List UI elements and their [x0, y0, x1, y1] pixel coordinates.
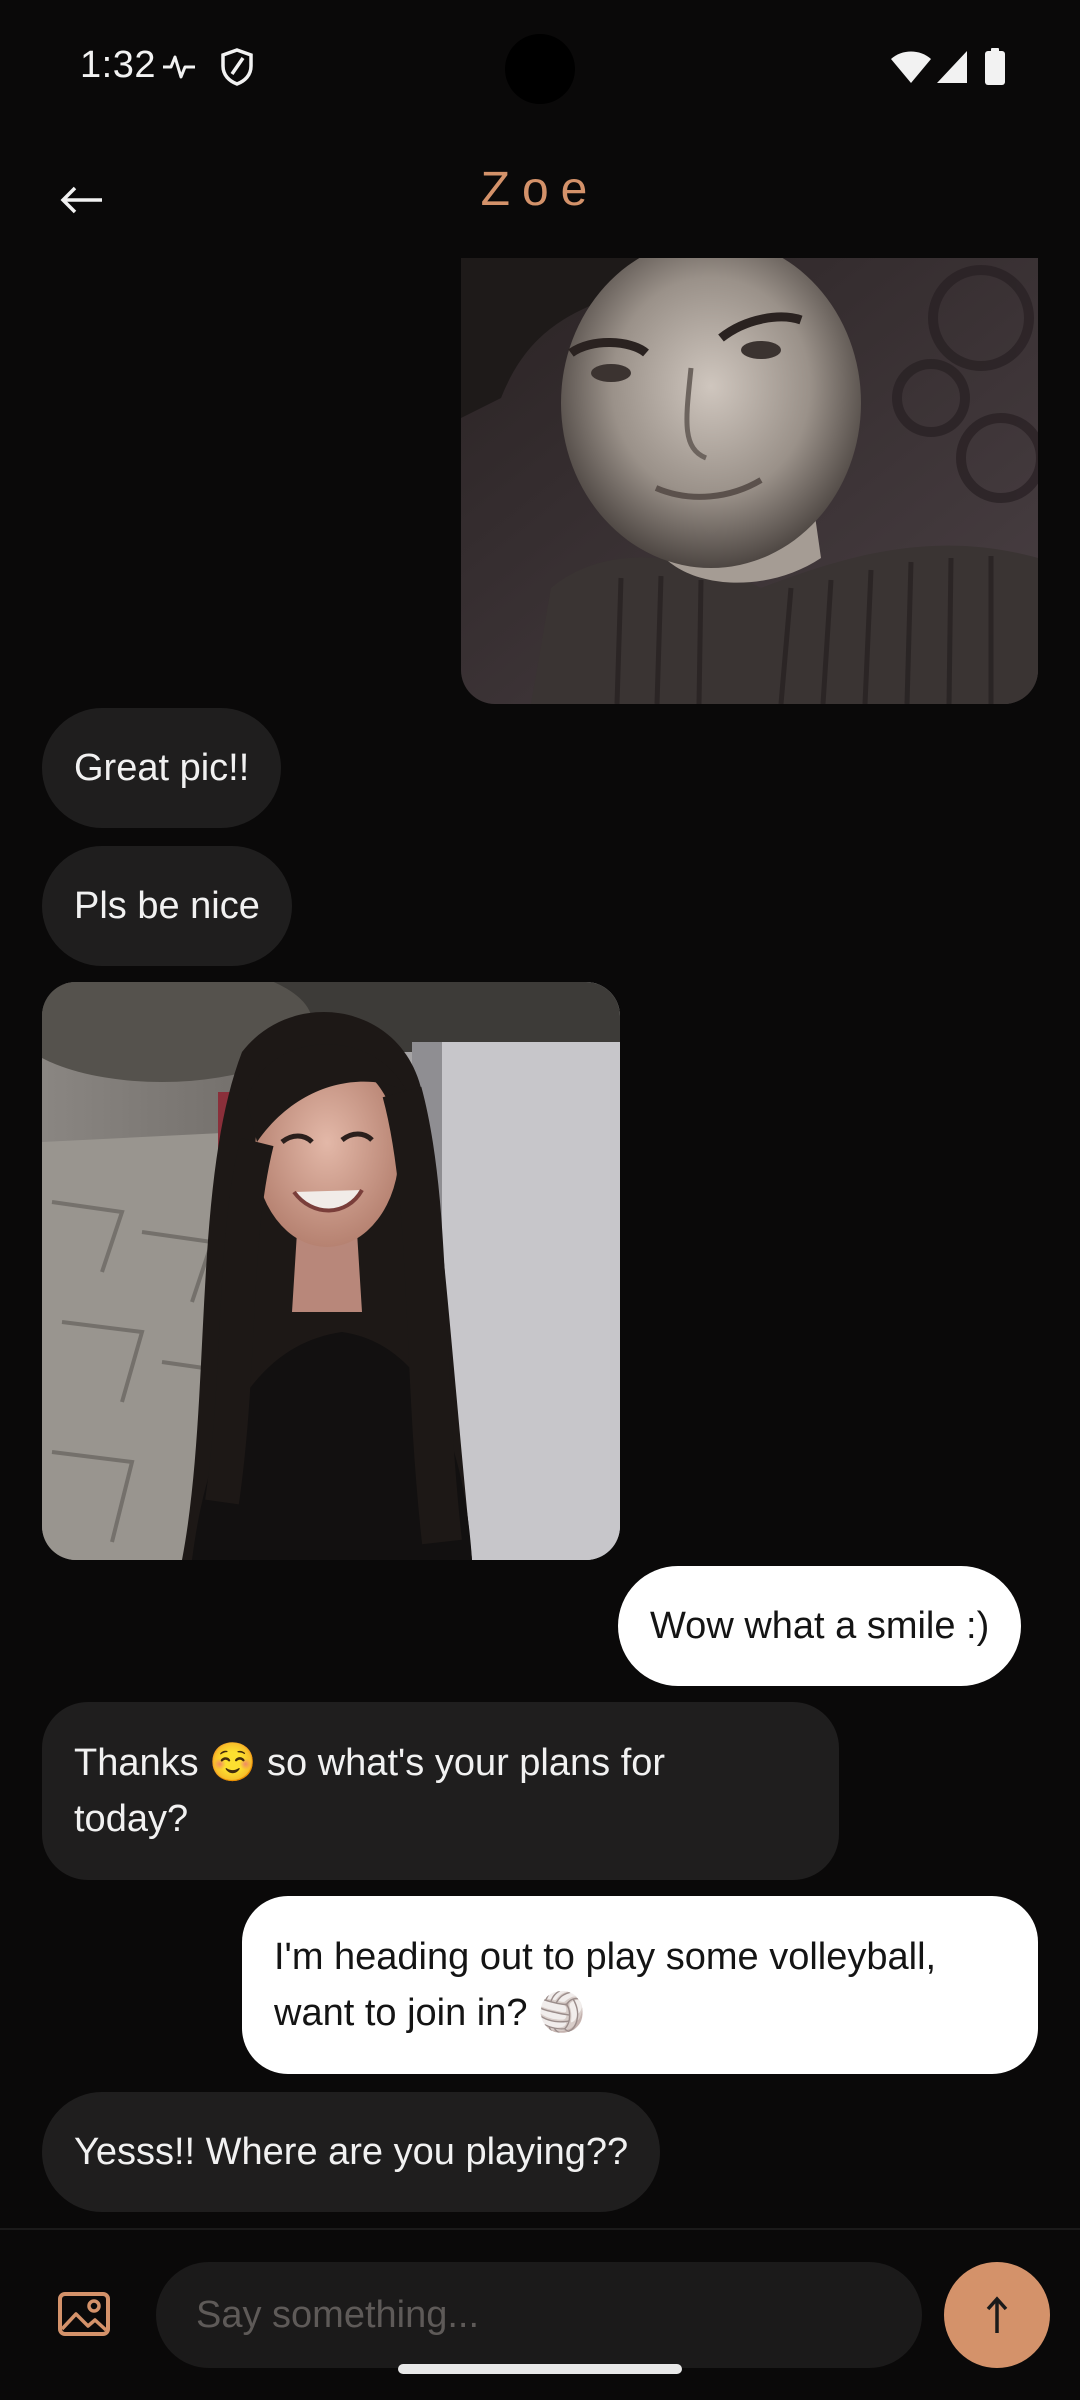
message-text-line: I'm heading out to play some volleyball, — [274, 1936, 937, 1978]
message-text-line: today? — [74, 1798, 189, 1840]
battery-icon — [984, 48, 1006, 91]
status-time: 1:32 — [80, 44, 156, 86]
image-icon — [58, 2292, 110, 2336]
incoming-photo-message[interactable] — [42, 982, 620, 1560]
man-portrait-image — [461, 258, 1038, 704]
incoming-message[interactable]: Yesss!! Where are you playing?? — [42, 2092, 661, 2212]
wifi-icon — [890, 50, 932, 89]
message-text-line: want to join in? 🏐 — [274, 1992, 586, 2034]
outgoing-message[interactable]: Wow what a smile :) — [618, 1566, 1022, 1686]
outgoing-message[interactable]: I'm heading out to play some volleyball,… — [242, 1896, 1038, 2074]
status-bar: 1:32 — [0, 0, 1080, 136]
incoming-message[interactable]: Great pic!! — [42, 708, 282, 828]
chat-screen: 1:32 Zoe Great pic!! Pls be nice Wow wha… — [0, 0, 1080, 2400]
message-text: Great pic!! — [74, 747, 250, 789]
arrow-up-icon — [986, 2296, 1008, 2333]
message-input[interactable] — [156, 2262, 922, 2368]
signal-icon — [936, 50, 968, 89]
send-button[interactable] — [944, 2262, 1050, 2368]
incoming-message[interactable]: Pls be nice — [42, 846, 292, 966]
composer-divider — [0, 2228, 1080, 2230]
attach-image-button[interactable] — [52, 2284, 116, 2344]
shield-icon — [220, 48, 254, 91]
woman-portrait-image — [42, 982, 620, 1560]
camera-cutout — [505, 34, 575, 104]
message-text: Wow what a smile :) — [650, 1605, 990, 1647]
message-text: Yesss!! Where are you playing?? — [74, 2131, 629, 2173]
chat-title: Zoe — [480, 163, 600, 216]
outgoing-photo-message[interactable] — [461, 258, 1038, 704]
activity-icon — [162, 52, 196, 87]
home-indicator[interactable] — [398, 2364, 682, 2374]
chat-header: Zoe — [0, 140, 1080, 250]
incoming-message[interactable]: Thanks ☺️ so what's your plans for today… — [42, 1702, 839, 1880]
message-text: Pls be nice — [74, 885, 260, 927]
message-text-line: Thanks ☺️ so what's your plans for — [74, 1742, 666, 1784]
